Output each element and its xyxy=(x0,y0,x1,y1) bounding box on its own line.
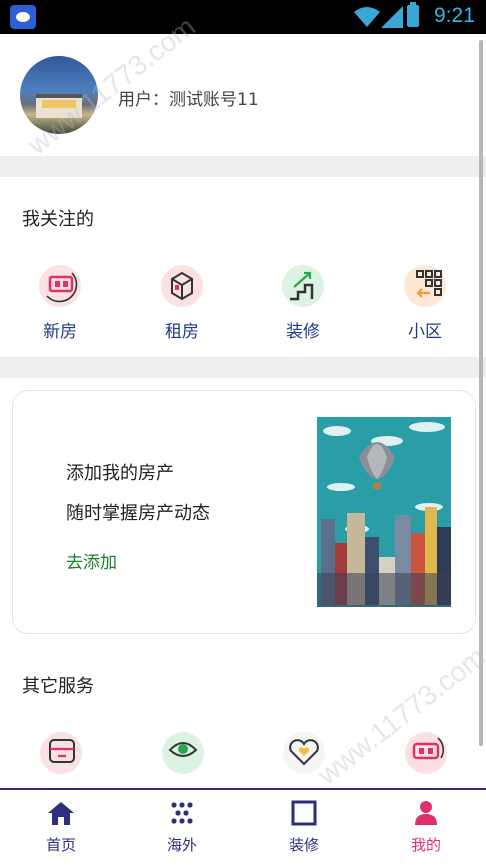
city-balloon-illustration xyxy=(317,417,451,607)
battery-icon xyxy=(407,2,419,27)
clock: 9:21 xyxy=(434,4,475,27)
tab-home[interactable]: 首页 xyxy=(21,800,101,855)
follow-label: 装修 xyxy=(286,322,320,342)
follow-item-community[interactable]: 小区 xyxy=(385,265,465,342)
card-title: 添加我的房产 xyxy=(66,463,174,484)
vr-goggles-icon[interactable] xyxy=(405,732,447,774)
community-grid-icon xyxy=(404,265,446,307)
tab-overseas[interactable]: 海外 xyxy=(142,800,222,855)
signal-icon xyxy=(381,6,403,28)
follow-item-new-house[interactable]: 新房 xyxy=(20,265,100,342)
card-subtitle: 随时掌握房产动态 xyxy=(66,503,210,524)
services-title: 其它服务 xyxy=(22,676,94,697)
follow-label: 小区 xyxy=(408,322,442,342)
add-property-link[interactable]: 去添加 xyxy=(66,548,117,573)
username: 用户：测试账号11 xyxy=(118,90,259,110)
watermark: www.11773.com xyxy=(311,640,486,791)
tab-label: 首页 xyxy=(45,836,76,854)
tab-label: 海外 xyxy=(166,836,197,854)
follow-item-rent[interactable]: 租房 xyxy=(142,265,222,342)
renovation-stairs-icon xyxy=(282,265,324,307)
follow-item-renovation[interactable]: 装修 xyxy=(263,265,343,342)
status-bar: 9:21 xyxy=(0,0,486,34)
scrollbar[interactable] xyxy=(479,40,483,746)
follow-label: 新房 xyxy=(43,322,77,342)
tab-renovation[interactable]: 装修 xyxy=(264,800,344,855)
square-icon xyxy=(291,800,317,826)
add-property-card[interactable]: 添加我的房产 随时掌握房产动态 去添加 xyxy=(12,390,476,634)
section-divider xyxy=(0,357,486,378)
app-icon xyxy=(10,5,36,29)
home-icon xyxy=(48,802,74,825)
follow-label: 租房 xyxy=(165,322,199,342)
section-divider xyxy=(0,156,486,177)
follows-title: 我关注的 xyxy=(22,209,94,230)
person-icon xyxy=(415,801,437,825)
tab-label: 我的 xyxy=(410,836,441,854)
calculator-icon[interactable] xyxy=(40,732,82,774)
tab-mine[interactable]: 我的 xyxy=(386,800,466,855)
rent-box-icon xyxy=(161,265,203,307)
new-house-icon xyxy=(39,265,81,307)
tab-label: 装修 xyxy=(288,836,319,854)
dots-grid-icon xyxy=(171,802,193,824)
bottom-tab-bar: 首页 海外 装修 我的 xyxy=(0,788,486,867)
wifi-icon xyxy=(354,7,380,27)
eye-icon[interactable] xyxy=(162,732,204,774)
